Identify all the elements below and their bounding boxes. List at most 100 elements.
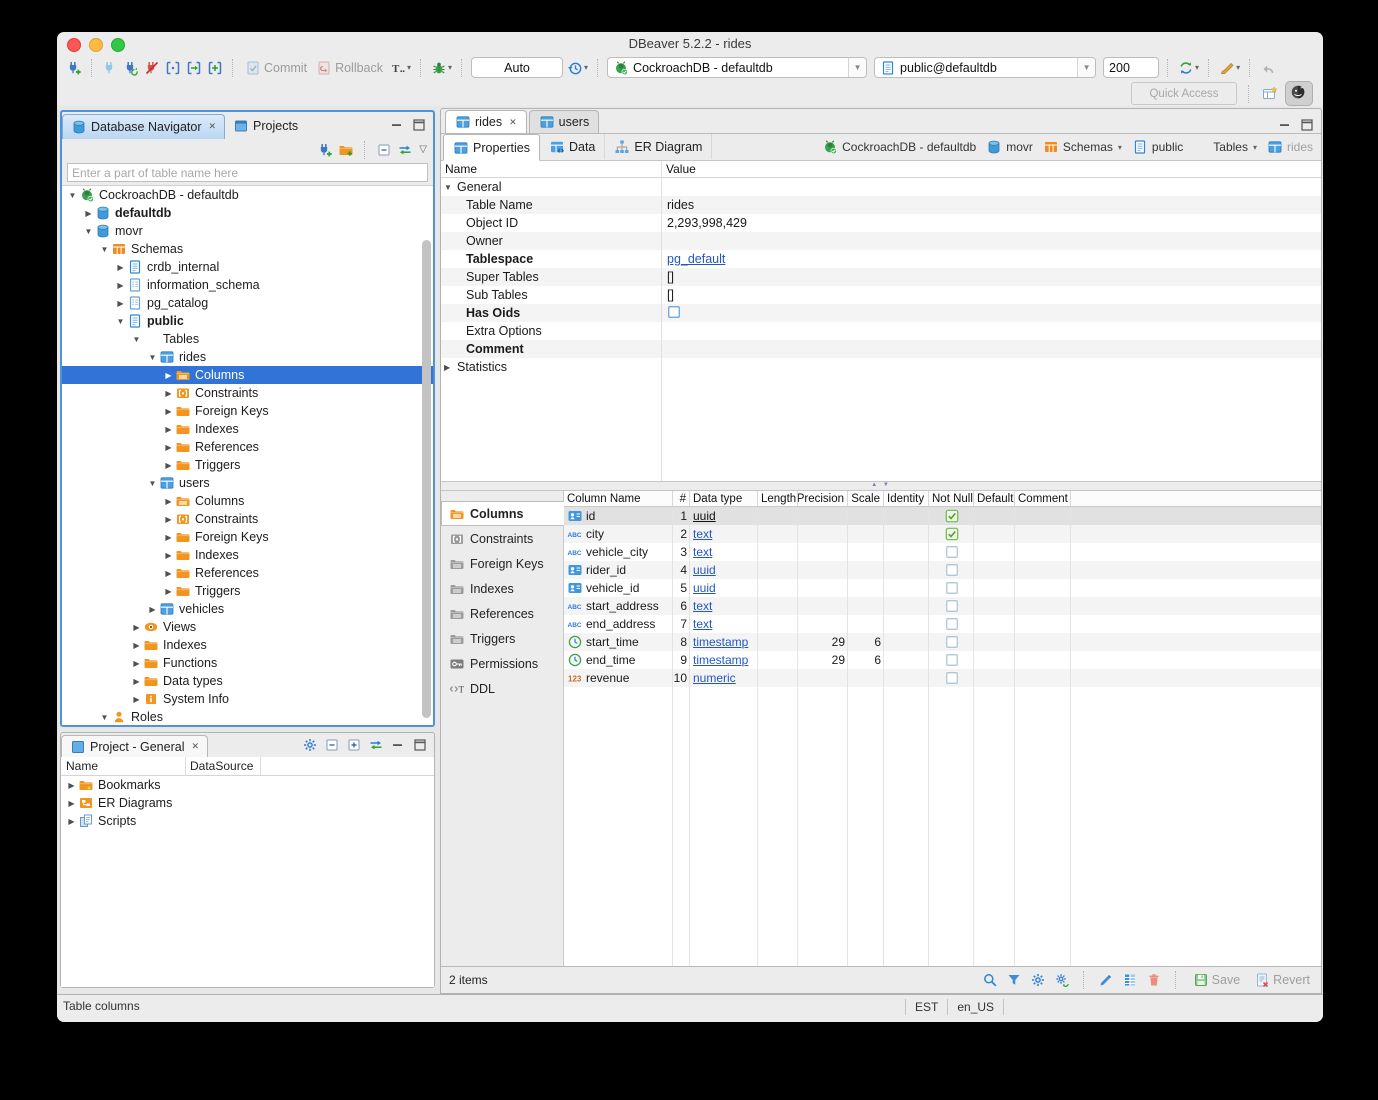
breadcrumb-item-cockroachdb-defaultdb[interactable]: CockroachDB - defaultdb [822, 139, 976, 155]
connection-combo[interactable]: CockroachDB - defaultdb ▼ [607, 57, 867, 78]
collapse-arrow-icon[interactable]: ▼ [444, 183, 457, 192]
tree-item-movr[interactable]: ▼movr [62, 222, 433, 240]
checkbox-unchecked-icon[interactable] [945, 671, 959, 685]
breadcrumb-item-tables[interactable]: Tables▾ [1193, 139, 1257, 155]
collapse-all-icon[interactable] [324, 737, 340, 753]
grid-header-not-null[interactable]: Not Null [929, 491, 974, 506]
table-row-end_address[interactable]: ABCend_address7text [564, 615, 1321, 633]
column-header-name[interactable]: Name [61, 757, 186, 775]
tree-item-triggers[interactable]: ▶Triggers [62, 456, 433, 474]
tab-database-navigator[interactable]: Database Navigator ✕ [62, 114, 225, 139]
tree-item-views[interactable]: ▶Views [62, 618, 433, 636]
tree-item-references[interactable]: ▶References [62, 438, 433, 456]
maximize-view-icon[interactable] [411, 117, 427, 133]
add-column-icon[interactable] [1122, 972, 1138, 988]
expand-arrow-icon[interactable]: ▶ [130, 695, 143, 704]
save-button[interactable]: Save [1190, 972, 1244, 988]
titlebar[interactable]: DBeaver 5.2.2 - rides [57, 32, 1323, 54]
schema-combo[interactable]: public@defaultdb ▼ [874, 57, 1096, 78]
property-row-comment[interactable]: Comment [441, 340, 1321, 358]
expand-arrow-icon[interactable]: ▶ [444, 363, 457, 372]
format-button[interactable]: ▾ [1218, 59, 1241, 77]
new-sql-editor-icon[interactable] [206, 59, 224, 77]
checkbox-unchecked-icon[interactable] [945, 599, 959, 613]
commit-mode-combo[interactable]: Auto [471, 57, 563, 78]
expand-arrow-icon[interactable]: ▶ [82, 209, 95, 218]
commit-button[interactable]: Commit [242, 60, 310, 76]
data-type-link[interactable]: timestamp [693, 635, 748, 649]
checkbox-unchecked-icon[interactable] [945, 635, 959, 649]
connect-icon[interactable] [101, 59, 119, 77]
table-row-start_time[interactable]: start_time8timestamp296 [564, 633, 1321, 651]
splitter-sash[interactable]: ▲ ▼ [441, 481, 1321, 491]
expand-arrow-icon[interactable]: ▶ [162, 389, 175, 398]
checkbox-checked-icon[interactable] [945, 527, 959, 541]
table-filter-input[interactable] [67, 163, 428, 182]
grid-header-default[interactable]: Default [974, 491, 1015, 506]
data-type-link[interactable]: uuid [693, 581, 716, 595]
property-row-general[interactable]: ▼General [441, 178, 1321, 196]
expand-arrow-icon[interactable]: ▶ [162, 443, 175, 452]
maximize-editor-icon[interactable] [1299, 117, 1315, 133]
schema-combo-arrow[interactable]: ▼ [1077, 58, 1095, 77]
chevron-down-icon[interactable]: ▾ [1253, 143, 1257, 152]
breadcrumb-item-movr[interactable]: movr [986, 139, 1033, 155]
project-item-scripts[interactable]: ▶Scripts [61, 812, 434, 830]
refresh-settings-icon[interactable] [1054, 972, 1070, 988]
checkbox-checked-icon[interactable] [945, 509, 959, 523]
query-history-button[interactable]: ▾ [566, 59, 589, 77]
new-project-folder-icon[interactable] [338, 142, 354, 158]
breadcrumb-item-schemas[interactable]: Schemas▾ [1043, 139, 1122, 155]
checkbox-unchecked-icon[interactable] [945, 563, 959, 577]
expand-arrow-icon[interactable]: ▶ [114, 281, 127, 290]
expand-arrow-icon[interactable]: ▶ [162, 461, 175, 470]
tree-item-pg-catalog[interactable]: ▶pg_catalog [62, 294, 433, 312]
expand-arrow-icon[interactable]: ▶ [65, 781, 78, 790]
connection-combo-arrow[interactable]: ▼ [848, 58, 866, 77]
sql-editor-icon[interactable] [185, 59, 203, 77]
tree-item-data-types[interactable]: ▶Data types [62, 672, 433, 690]
property-value-link[interactable]: pg_default [667, 252, 725, 266]
rollback-button[interactable]: Rollback [313, 60, 386, 76]
column-header-datasource[interactable]: DataSource [186, 757, 261, 775]
dbeaver-perspective-button[interactable] [1285, 81, 1313, 105]
editor-tab-users[interactable]: users [529, 110, 600, 133]
data-type-link[interactable]: text [693, 545, 712, 559]
gear-icon[interactable] [1030, 972, 1046, 988]
collapse-arrow-icon[interactable]: ▼ [66, 191, 79, 200]
collapse-arrow-icon[interactable]: ▼ [114, 317, 127, 326]
collapse-all-icon[interactable] [376, 142, 392, 158]
expand-arrow-icon[interactable]: ▶ [130, 659, 143, 668]
gear-icon[interactable] [302, 737, 318, 753]
table-row-id[interactable]: id1uuid [564, 507, 1321, 525]
property-row-owner[interactable]: Owner [441, 232, 1321, 250]
grid-header-length[interactable]: Length [758, 491, 798, 506]
tree-item-users[interactable]: ▼users [62, 474, 433, 492]
object-tab-references[interactable]: References [441, 601, 563, 626]
tree-item-schemas[interactable]: ▼Schemas [62, 240, 433, 258]
back-icon[interactable] [1259, 59, 1277, 77]
minimize-view-icon[interactable] [389, 117, 405, 133]
expand-arrow-icon[interactable]: ▶ [162, 569, 175, 578]
checkbox-unchecked-icon[interactable] [667, 305, 683, 321]
data-type-link[interactable]: timestamp [693, 653, 748, 667]
close-window-button[interactable] [67, 38, 81, 52]
subtab-properties[interactable]: Properties [443, 134, 540, 161]
grid-header-data-type[interactable]: Data type [690, 491, 758, 506]
property-row-extra-options[interactable]: Extra Options [441, 322, 1321, 340]
property-row-super-tables[interactable]: Super Tables[] [441, 268, 1321, 286]
tree-item-references[interactable]: ▶References [62, 564, 433, 582]
close-icon[interactable]: ✕ [191, 741, 199, 752]
search-icon[interactable] [982, 972, 998, 988]
object-tab-foreign-keys[interactable]: Foreign Keys [441, 551, 563, 576]
properties-name-header[interactable]: Name [441, 162, 661, 176]
new-connection-icon[interactable] [65, 59, 83, 77]
locale-indicator[interactable]: en_US [948, 999, 1004, 1015]
expand-arrow-icon[interactable]: ▶ [162, 515, 175, 524]
chevron-down-icon[interactable]: ▾ [1118, 143, 1122, 152]
delete-icon[interactable] [1146, 972, 1162, 988]
transaction-log-button[interactable]: T▾ [389, 59, 412, 77]
table-row-revenue[interactable]: 123revenue10numeric [564, 669, 1321, 687]
tree-item-vehicles[interactable]: ▶vehicles [62, 600, 433, 618]
table-row-city[interactable]: ABCcity2text [564, 525, 1321, 543]
